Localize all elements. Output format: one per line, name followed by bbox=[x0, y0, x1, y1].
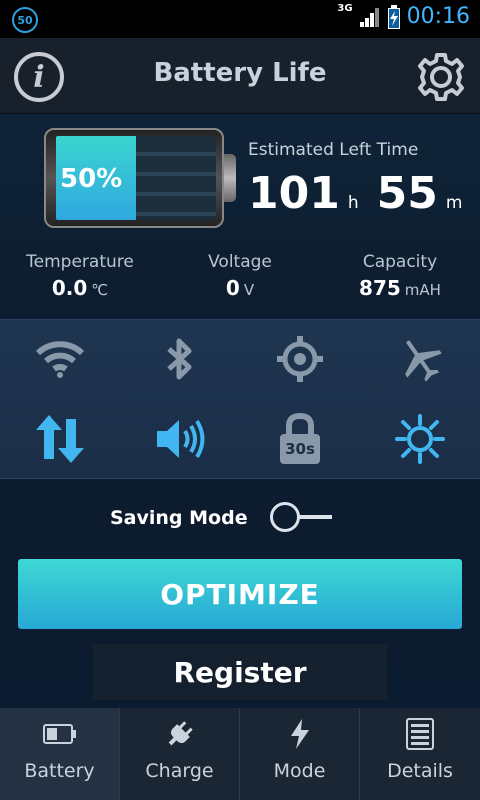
quick-toggles: 30s bbox=[0, 319, 480, 479]
nav-label: Battery bbox=[24, 760, 95, 782]
brightness-toggle[interactable] bbox=[380, 404, 460, 474]
minutes-value: 55 bbox=[376, 168, 438, 219]
minutes-unit: m bbox=[445, 193, 463, 213]
nav-charge[interactable]: Charge bbox=[120, 708, 240, 800]
gps-toggle[interactable] bbox=[260, 324, 340, 394]
airplane-icon bbox=[405, 340, 442, 382]
voltage-stat: Voltage 0V bbox=[160, 252, 320, 300]
data-sync-icon bbox=[36, 415, 84, 463]
screen-timeout-toggle[interactable]: 30s bbox=[260, 404, 340, 474]
lightning-icon bbox=[290, 719, 309, 749]
clock: 00:16 bbox=[406, 4, 470, 29]
nav-battery[interactable]: Battery bbox=[0, 708, 120, 800]
battery-status-icon bbox=[387, 4, 400, 29]
hours-value: 101 bbox=[248, 168, 340, 219]
switch-track bbox=[298, 515, 332, 519]
notification-badge: 50 bbox=[12, 7, 38, 33]
nav-mode[interactable]: Mode bbox=[240, 708, 360, 800]
timeout-value: 30s bbox=[285, 440, 315, 458]
battery-cap bbox=[224, 154, 236, 202]
battery-icon bbox=[42, 724, 76, 744]
airplane-toggle[interactable] bbox=[380, 324, 460, 394]
capacity-stat: Capacity 875 mAH bbox=[320, 252, 480, 300]
plug-icon bbox=[168, 721, 193, 746]
battery-graphic: 50% bbox=[44, 128, 224, 228]
wifi-icon bbox=[35, 341, 85, 378]
bottom-navigation: Battery Charge Mode Details bbox=[0, 708, 480, 800]
app-header: i Battery Life bbox=[0, 38, 480, 114]
stat-label: Voltage bbox=[208, 252, 272, 272]
data-sync-toggle[interactable] bbox=[20, 404, 100, 474]
saving-mode-label: Saving Mode bbox=[110, 507, 248, 529]
screen-timeout-lock-icon: 30s bbox=[278, 413, 322, 465]
battery-panel: 50% Estimated Left Time 101 h 55 m Tempe… bbox=[0, 114, 480, 319]
bluetooth-toggle[interactable] bbox=[140, 324, 220, 394]
register-button[interactable]: Register bbox=[92, 643, 388, 701]
nav-label: Mode bbox=[273, 760, 326, 782]
bluetooth-icon bbox=[167, 338, 192, 380]
volume-icon bbox=[157, 419, 205, 459]
wifi-toggle[interactable] bbox=[20, 324, 100, 394]
nav-label: Charge bbox=[145, 760, 214, 782]
stat-value: 875 mAH bbox=[359, 276, 441, 300]
brightness-icon bbox=[395, 414, 445, 464]
network-type: 3G bbox=[337, 3, 353, 14]
switch-knob bbox=[270, 502, 300, 532]
signal-icon bbox=[359, 7, 379, 27]
gps-icon bbox=[277, 336, 323, 382]
hours-unit: h bbox=[347, 193, 359, 213]
volume-toggle[interactable] bbox=[140, 404, 220, 474]
estimated-time-value: 101 h 55 m bbox=[248, 168, 480, 219]
page-title: Battery Life bbox=[153, 58, 327, 88]
temperature-stat: Temperature 0.0 ℃ bbox=[0, 252, 160, 300]
stat-label: Temperature bbox=[26, 252, 134, 272]
stat-value: 0V bbox=[225, 276, 255, 300]
optimize-button[interactable]: OPTIMIZE bbox=[18, 559, 462, 629]
battery-percent: 50% bbox=[60, 164, 123, 194]
saving-mode-switch[interactable] bbox=[270, 502, 334, 532]
nav-details[interactable]: Details bbox=[360, 708, 480, 800]
nav-label: Details bbox=[387, 760, 453, 782]
stat-value: 0.0 ℃ bbox=[51, 276, 109, 300]
details-icon bbox=[406, 718, 434, 750]
saving-mode-row: Saving Mode bbox=[0, 490, 480, 544]
status-bar: 50 3G 00:16 bbox=[0, 0, 480, 38]
gear-icon[interactable] bbox=[416, 52, 466, 102]
stat-label: Capacity bbox=[362, 252, 438, 272]
estimated-time-label: Estimated Left Time bbox=[248, 140, 419, 160]
